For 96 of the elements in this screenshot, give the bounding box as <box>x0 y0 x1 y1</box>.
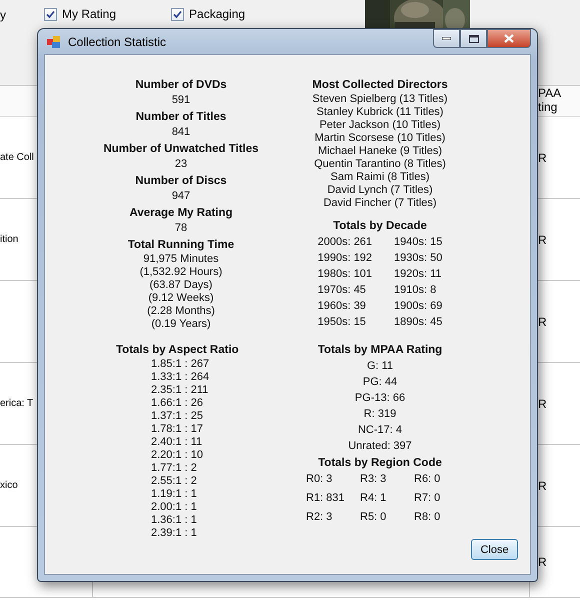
table-cell: R <box>538 150 547 164</box>
stat-value: 91,975 Minutes <box>143 253 219 266</box>
stat-value: R7: 0 <box>414 492 442 506</box>
stat-value: 1980s: 101 <box>318 268 372 282</box>
table-cell: ition <box>0 234 18 245</box>
table-cell: ate Coll <box>0 152 34 163</box>
stat-value: David Lynch (7 Titles) <box>327 184 433 197</box>
stat-value: 1.33:1 : 264 <box>151 371 210 384</box>
checkbox[interactable] <box>44 8 57 20</box>
table-cell: R <box>538 478 547 492</box>
section-heading: Most Collected Directors <box>312 78 448 93</box>
section-heading: Average My Rating <box>129 206 233 221</box>
truncated-label: y <box>0 8 6 22</box>
stat-value: 2000s: 261 <box>318 236 372 250</box>
stat-value: 2.00:1 : 1 <box>151 501 197 514</box>
stat-value: 1.36:1 : 1 <box>151 514 197 527</box>
stat-value: 1890s: 45 <box>394 316 442 330</box>
stat-value: (9.12 Weeks) <box>148 292 214 305</box>
stat-value: 1910s: 8 <box>394 284 438 298</box>
stat-value: Michael Haneke (9 Titles) <box>318 145 442 158</box>
stat-value: R4: 1 <box>360 492 388 506</box>
section-heading: Totals by Aspect Ratio <box>116 343 239 358</box>
stat-value: (63.87 Days) <box>150 279 212 292</box>
section-heading: Total Running Time <box>128 238 234 253</box>
maximize-button[interactable] <box>460 29 487 48</box>
stat-value: PG: 44 <box>362 375 398 390</box>
stat-value: NC-17: 4 <box>358 423 402 438</box>
table-cell: R <box>538 314 547 328</box>
stat-value: 1.19:1 : 1 <box>151 488 197 501</box>
table-cell: xico <box>0 480 18 491</box>
minimize-button[interactable] <box>433 29 460 48</box>
section-heading: Totals by MPAA Rating <box>318 343 442 358</box>
stat-value: David Fincher (7 Titles) <box>323 197 437 210</box>
stat-value: R5: 0 <box>360 511 388 525</box>
stat-value: G: 11 <box>366 359 394 374</box>
stat-value: 1.85:1 : 267 <box>151 358 210 371</box>
stat-value: 1.77:1 : 2 <box>151 462 197 475</box>
stat-value: (0.19 Years) <box>151 318 211 331</box>
section-heading: Number of Discs <box>135 174 227 189</box>
stat-value: 1990s: 192 <box>318 252 372 266</box>
stat-value: Sam Raimi (8 Titles) <box>330 171 430 184</box>
stat-value: R8: 0 <box>414 511 442 525</box>
stat-value: R0: 3 <box>306 473 334 487</box>
table-cell: R <box>538 396 547 410</box>
stat-value: Unrated: 397 <box>348 439 412 454</box>
stat-value: 1920s: 11 <box>394 268 442 282</box>
stat-value: 78 <box>174 221 188 236</box>
close-icon <box>504 34 514 43</box>
stat-value: R3: 3 <box>360 473 388 487</box>
window-title: Collection Statistic <box>68 34 166 48</box>
stat-value: 1930s: 50 <box>394 252 442 266</box>
section-heading: Number of DVDs <box>135 78 227 93</box>
close-button[interactable]: Close <box>471 539 518 560</box>
stat-value: 1940s: 15 <box>394 236 442 250</box>
stat-value: 2.40:1 : 11 <box>151 436 202 449</box>
stat-value: Steven Spielberg (13 Titles) <box>312 93 448 106</box>
stat-value: 1.66:1 : 26 <box>151 397 203 410</box>
stat-value: Stanley Kubrick (11 Titles) <box>316 106 444 119</box>
stat-value: 2.39:1 : 1 <box>151 527 197 540</box>
stat-value: 1960s: 39 <box>318 300 367 314</box>
stat-value: 1950s: 15 <box>318 316 367 330</box>
stat-value: 591 <box>172 93 190 108</box>
stat-value: Quentin Tarantino (8 Titles) <box>314 158 446 171</box>
stat-value: 1970s: 45 <box>318 284 367 298</box>
stat-value: (1,532.92 Hours) <box>140 266 222 279</box>
stat-value: R: 319 <box>364 407 396 422</box>
stat-value: Martin Scorsese (10 Titles) <box>314 132 446 145</box>
stat-value: 2.20:1 : 10 <box>151 449 203 462</box>
stat-value: (2.28 Months) <box>147 305 215 318</box>
section-heading: Number of Titles <box>136 110 226 125</box>
stat-value: 23 <box>174 157 188 172</box>
close-button[interactable] <box>487 29 531 48</box>
section-heading: Totals by Region Code <box>318 456 442 471</box>
table-cell: erica: T <box>0 398 34 409</box>
stat-value: R2: 3 <box>306 511 334 525</box>
stat-value: 2.35:1 : 211 <box>151 384 208 397</box>
stat-value: 841 <box>172 125 190 140</box>
stat-value: R6: 0 <box>414 473 442 487</box>
stat-value: Peter Jackson (10 Titles) <box>319 119 441 132</box>
stat-value: 947 <box>172 189 190 204</box>
table-cell: R <box>538 555 547 569</box>
stat-value: 1.78:1 : 17 <box>151 423 203 436</box>
checkbox-label: My Rating <box>62 7 116 21</box>
section-heading: Number of Unwatched Titles <box>103 142 259 157</box>
table-cell: R <box>538 232 547 246</box>
stat-value: 2.55:1 : 2 <box>151 475 197 488</box>
checkbox[interactable] <box>171 8 184 20</box>
section-heading: Totals by Decade <box>333 219 427 234</box>
maximize-icon <box>468 34 478 42</box>
stat-value: 1900s: 69 <box>394 300 442 314</box>
stat-value: 1.37:1 : 25 <box>151 410 203 423</box>
stat-value: R1: 831 <box>306 492 346 506</box>
minimize-icon <box>442 37 451 40</box>
checkbox-label: Packaging <box>189 7 246 21</box>
stat-value: PG-13: 66 <box>354 391 406 406</box>
app-icon <box>46 34 62 50</box>
